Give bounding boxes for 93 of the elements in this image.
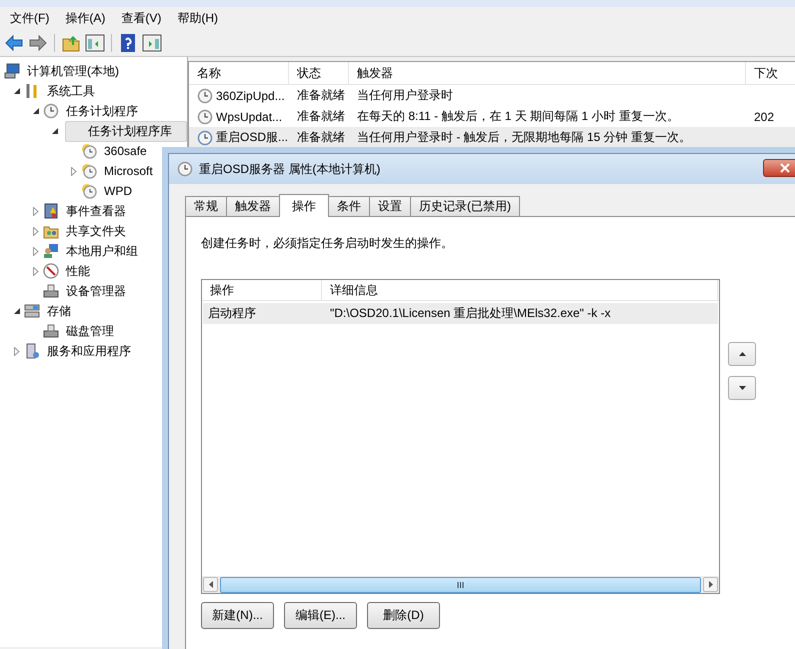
task-trigger: 当任何用户登录时 (356, 87, 454, 104)
column-header[interactable]: 详细信息 (322, 280, 718, 300)
tree-item[interactable]: 计算机管理(本地) (23, 62, 123, 80)
users-icon (43, 243, 59, 259)
clock-icon (197, 88, 213, 104)
clock-icon (81, 183, 97, 199)
scroll-left-button[interactable] (203, 577, 218, 592)
tree-item[interactable]: 本地用户和组 (62, 242, 142, 260)
close-icon (780, 163, 790, 173)
expanded-arrow-icon[interactable] (14, 308, 20, 314)
task-row[interactable]: 360ZipUpd... 准备就绪 当任何用户登录时 (189, 85, 795, 106)
expanded-arrow-icon[interactable] (52, 128, 58, 134)
pane-toggle-icon[interactable] (85, 32, 105, 52)
tab[interactable]: 触发器 (226, 196, 280, 216)
clock-icon (81, 163, 97, 179)
log-book-icon (43, 203, 59, 219)
tree-item[interactable]: 系统工具 (43, 82, 99, 100)
tree-item[interactable]: 任务计划程序库 (65, 120, 187, 142)
task-name: 360ZipUpd... (216, 88, 285, 102)
tab[interactable]: 操作 (279, 194, 329, 217)
clock-icon (177, 161, 193, 177)
collapsed-arrow-icon[interactable] (14, 346, 20, 356)
menu-item[interactable]: 操作(A) (57, 10, 114, 26)
expanded-arrow-icon[interactable] (32, 108, 40, 114)
collapsed-arrow-icon[interactable] (33, 226, 39, 236)
task-next-run: 202 (753, 110, 776, 124)
right-arrow-icon (708, 581, 712, 588)
column-header[interactable]: 触发器 (349, 62, 746, 84)
clock-icon (197, 130, 213, 146)
clock-icon (197, 108, 213, 124)
column-header[interactable]: 操作 (202, 280, 322, 300)
task-name: WpsUpdat... (216, 110, 282, 124)
move-down-button[interactable] (728, 376, 756, 400)
collapsed-arrow-icon[interactable] (33, 246, 39, 256)
action-row[interactable]: 启动程序 "D:\OSD20.1\Licensen 重启批处理\MEls32.exe" -k -x (203, 303, 718, 324)
forward-arrow-icon[interactable] (28, 32, 48, 52)
tree-item[interactable]: 事件查看器 (62, 202, 130, 220)
column-header[interactable]: 名称 (189, 62, 289, 84)
task-trigger: 在每天的 8:11 - 触发后，在 1 天 期间每隔 1 小时 重复一次。 (356, 108, 680, 125)
storage-icon (24, 303, 40, 319)
tab[interactable]: 常规 (185, 196, 227, 216)
collapsed-arrow-icon[interactable] (33, 266, 39, 276)
clock-icon (43, 103, 59, 119)
menu-item[interactable]: 帮助(H) (169, 10, 226, 26)
task-status: 准备就绪 (296, 108, 346, 125)
clock-icon (81, 143, 97, 159)
menu-item[interactable]: 文件(F) (2, 10, 58, 26)
tree-item[interactable]: 磁盘管理 (62, 322, 118, 340)
action-type: 启动程序 (207, 305, 257, 322)
tab[interactable]: 条件 (328, 196, 370, 216)
collapsed-arrow-icon[interactable] (71, 166, 77, 176)
column-header[interactable]: 下次 (746, 62, 795, 84)
task-name: 重启OSD服... (216, 129, 288, 146)
task-row[interactable]: WpsUpdat... 准备就绪 在每天的 8:11 - 触发后，在 1 天 期间每隔 1 小时 重复一次。 202 (189, 106, 795, 127)
tree-item[interactable]: 360safe (100, 143, 151, 159)
dialog-title: 重启OSD服务器 属性(本地计算机) (199, 160, 380, 178)
help-icon[interactable] (118, 32, 138, 52)
task-row[interactable]: 重启OSD服... 准备就绪 当任何用户登录时 - 触发后，无限期地每隔 15 分钟 重复一次。 (189, 127, 795, 148)
menu-item[interactable]: 查看(V) (113, 10, 170, 26)
tree-item[interactable]: 共享文件夹 (62, 222, 130, 240)
task-trigger: 当任何用户登录时 - 触发后，无限期地每隔 15 分钟 重复一次。 (356, 129, 692, 146)
up-arrow-icon (738, 352, 746, 356)
left-arrow-icon (208, 581, 212, 588)
back-arrow-icon[interactable] (4, 32, 24, 52)
description-text: 创建任务时，必须指定任务启动时发生的操作。 (201, 235, 454, 252)
tree-item[interactable]: WPD (100, 183, 136, 199)
action-button[interactable]: 编辑(E)... (284, 602, 357, 629)
tab[interactable]: 历史记录(已禁用) (410, 196, 520, 216)
close-button[interactable] (763, 159, 795, 177)
gauge-icon (43, 263, 59, 279)
action-button[interactable]: 新建(N)... (201, 602, 274, 629)
action-pane-icon[interactable] (142, 32, 162, 52)
device-icon (43, 283, 59, 299)
tree-item[interactable]: 性能 (62, 262, 94, 280)
collapsed-arrow-icon[interactable] (33, 206, 39, 216)
action-button[interactable]: 删除(D) (367, 602, 440, 629)
action-details: "D:\OSD20.1\Licensen 重启批处理\MEls32.exe" -k -x (329, 305, 612, 322)
tree-item[interactable]: 设备管理器 (62, 282, 130, 300)
task-status: 准备就绪 (296, 87, 346, 104)
column-header[interactable]: 状态 (289, 62, 349, 84)
tree-item[interactable]: 任务计划程序 (62, 102, 142, 120)
server-icon (24, 343, 40, 359)
down-arrow-icon (738, 386, 746, 390)
move-up-button[interactable] (728, 342, 756, 366)
computer-icon (4, 63, 20, 79)
scroll-right-button[interactable] (703, 577, 718, 592)
tree-item[interactable]: 服务和应用程序 (43, 342, 135, 360)
task-status: 准备就绪 (296, 129, 346, 146)
tree-item[interactable]: 存储 (43, 302, 75, 320)
tree-item[interactable]: Microsoft (100, 163, 157, 179)
device-icon (43, 323, 59, 339)
tab[interactable]: 设置 (369, 196, 411, 216)
expanded-arrow-icon[interactable] (14, 88, 20, 94)
